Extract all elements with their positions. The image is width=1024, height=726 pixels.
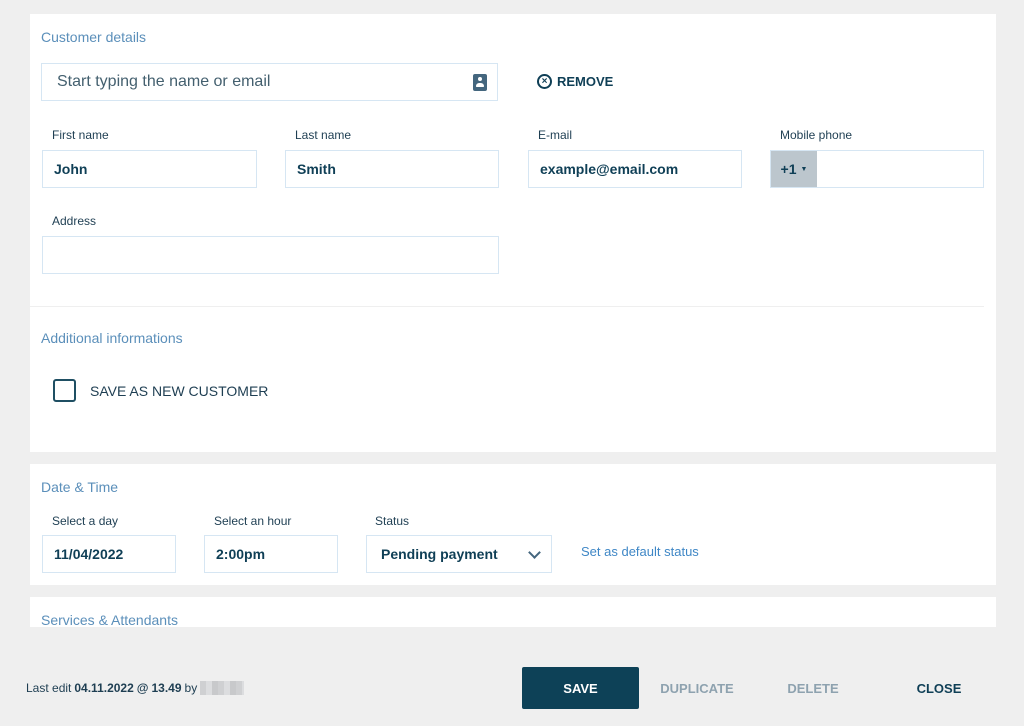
select-day-field[interactable]: 11/04/2022: [42, 535, 176, 573]
caret-down-icon: ▼: [800, 165, 808, 173]
mobile-phone-field[interactable]: +1 ▼: [770, 150, 984, 188]
select-hour-label: Select an hour: [214, 514, 292, 528]
last-edit-prefix: Last edit: [26, 681, 72, 695]
country-code-select[interactable]: +1 ▼: [771, 151, 817, 187]
status-value: Pending payment: [381, 546, 498, 562]
customer-search-input[interactable]: Start typing the name or email: [41, 63, 498, 101]
remove-label: REMOVE: [557, 74, 614, 89]
mobile-phone-label: Mobile phone: [780, 128, 853, 142]
last-edit-info: Last edit 04.11.2022 @ 13.49 by: [26, 681, 245, 695]
section-divider: [30, 306, 984, 307]
address-field[interactable]: [42, 236, 499, 274]
services-attendants-title: Services & Attendants: [41, 612, 178, 627]
delete-button[interactable]: DELETE: [773, 667, 853, 709]
close-button[interactable]: CLOSE: [900, 667, 978, 709]
country-code-value: +1: [780, 161, 797, 177]
save-button[interactable]: SAVE: [522, 667, 639, 709]
services-attendants-panel: Services & Attendants: [30, 597, 996, 627]
duplicate-button[interactable]: DUPLICATE: [651, 667, 743, 709]
select-day-value: 11/04/2022: [54, 546, 124, 562]
set-default-status-link[interactable]: Set as default status: [581, 544, 699, 559]
status-label: Status: [375, 514, 410, 528]
select-hour-value: 2:00pm: [216, 546, 266, 562]
email-field[interactable]: example@email.com: [528, 150, 742, 188]
select-hour-field[interactable]: 2:00pm: [204, 535, 338, 573]
last-edit-user-redacted: [200, 681, 245, 695]
last-edit-time: 13.49: [151, 681, 182, 695]
last-name-field[interactable]: Smith: [285, 150, 499, 188]
first-name-field[interactable]: John: [42, 150, 257, 188]
date-time-panel: Date & Time Select a day 11/04/2022 Sele…: [30, 464, 996, 585]
save-as-new-customer-checkbox[interactable]: [53, 379, 76, 402]
remove-customer-button[interactable]: × REMOVE: [537, 74, 613, 89]
last-name-label: Last name: [295, 128, 352, 142]
select-day-label: Select a day: [52, 514, 119, 528]
last-edit-at: @: [136, 681, 149, 695]
chevron-down-icon: [528, 545, 541, 559]
last-edit-by: by: [184, 681, 198, 695]
last-name-value: Smith: [297, 161, 336, 177]
save-as-new-customer-option[interactable]: SAVE AS NEW CUSTOMER: [53, 379, 268, 402]
status-select[interactable]: Pending payment: [366, 535, 552, 573]
customer-details-panel: Customer details Start typing the name o…: [30, 14, 996, 452]
email-label: E-mail: [538, 128, 573, 142]
customer-details-title: Customer details: [41, 29, 147, 45]
save-as-new-customer-label: SAVE AS NEW CUSTOMER: [90, 382, 269, 399]
x-circle-icon: ×: [537, 74, 552, 89]
last-edit-date: 04.11.2022: [74, 681, 134, 695]
address-label: Address: [52, 214, 97, 228]
additional-info-title: Additional informations: [41, 330, 183, 346]
contact-book-icon[interactable]: [473, 73, 487, 91]
email-value: example@email.com: [540, 161, 679, 177]
customer-search-placeholder: Start typing the name or email: [57, 73, 271, 90]
date-time-title: Date & Time: [41, 479, 119, 495]
first-name-value: John: [54, 161, 88, 177]
first-name-label: First name: [52, 128, 109, 142]
